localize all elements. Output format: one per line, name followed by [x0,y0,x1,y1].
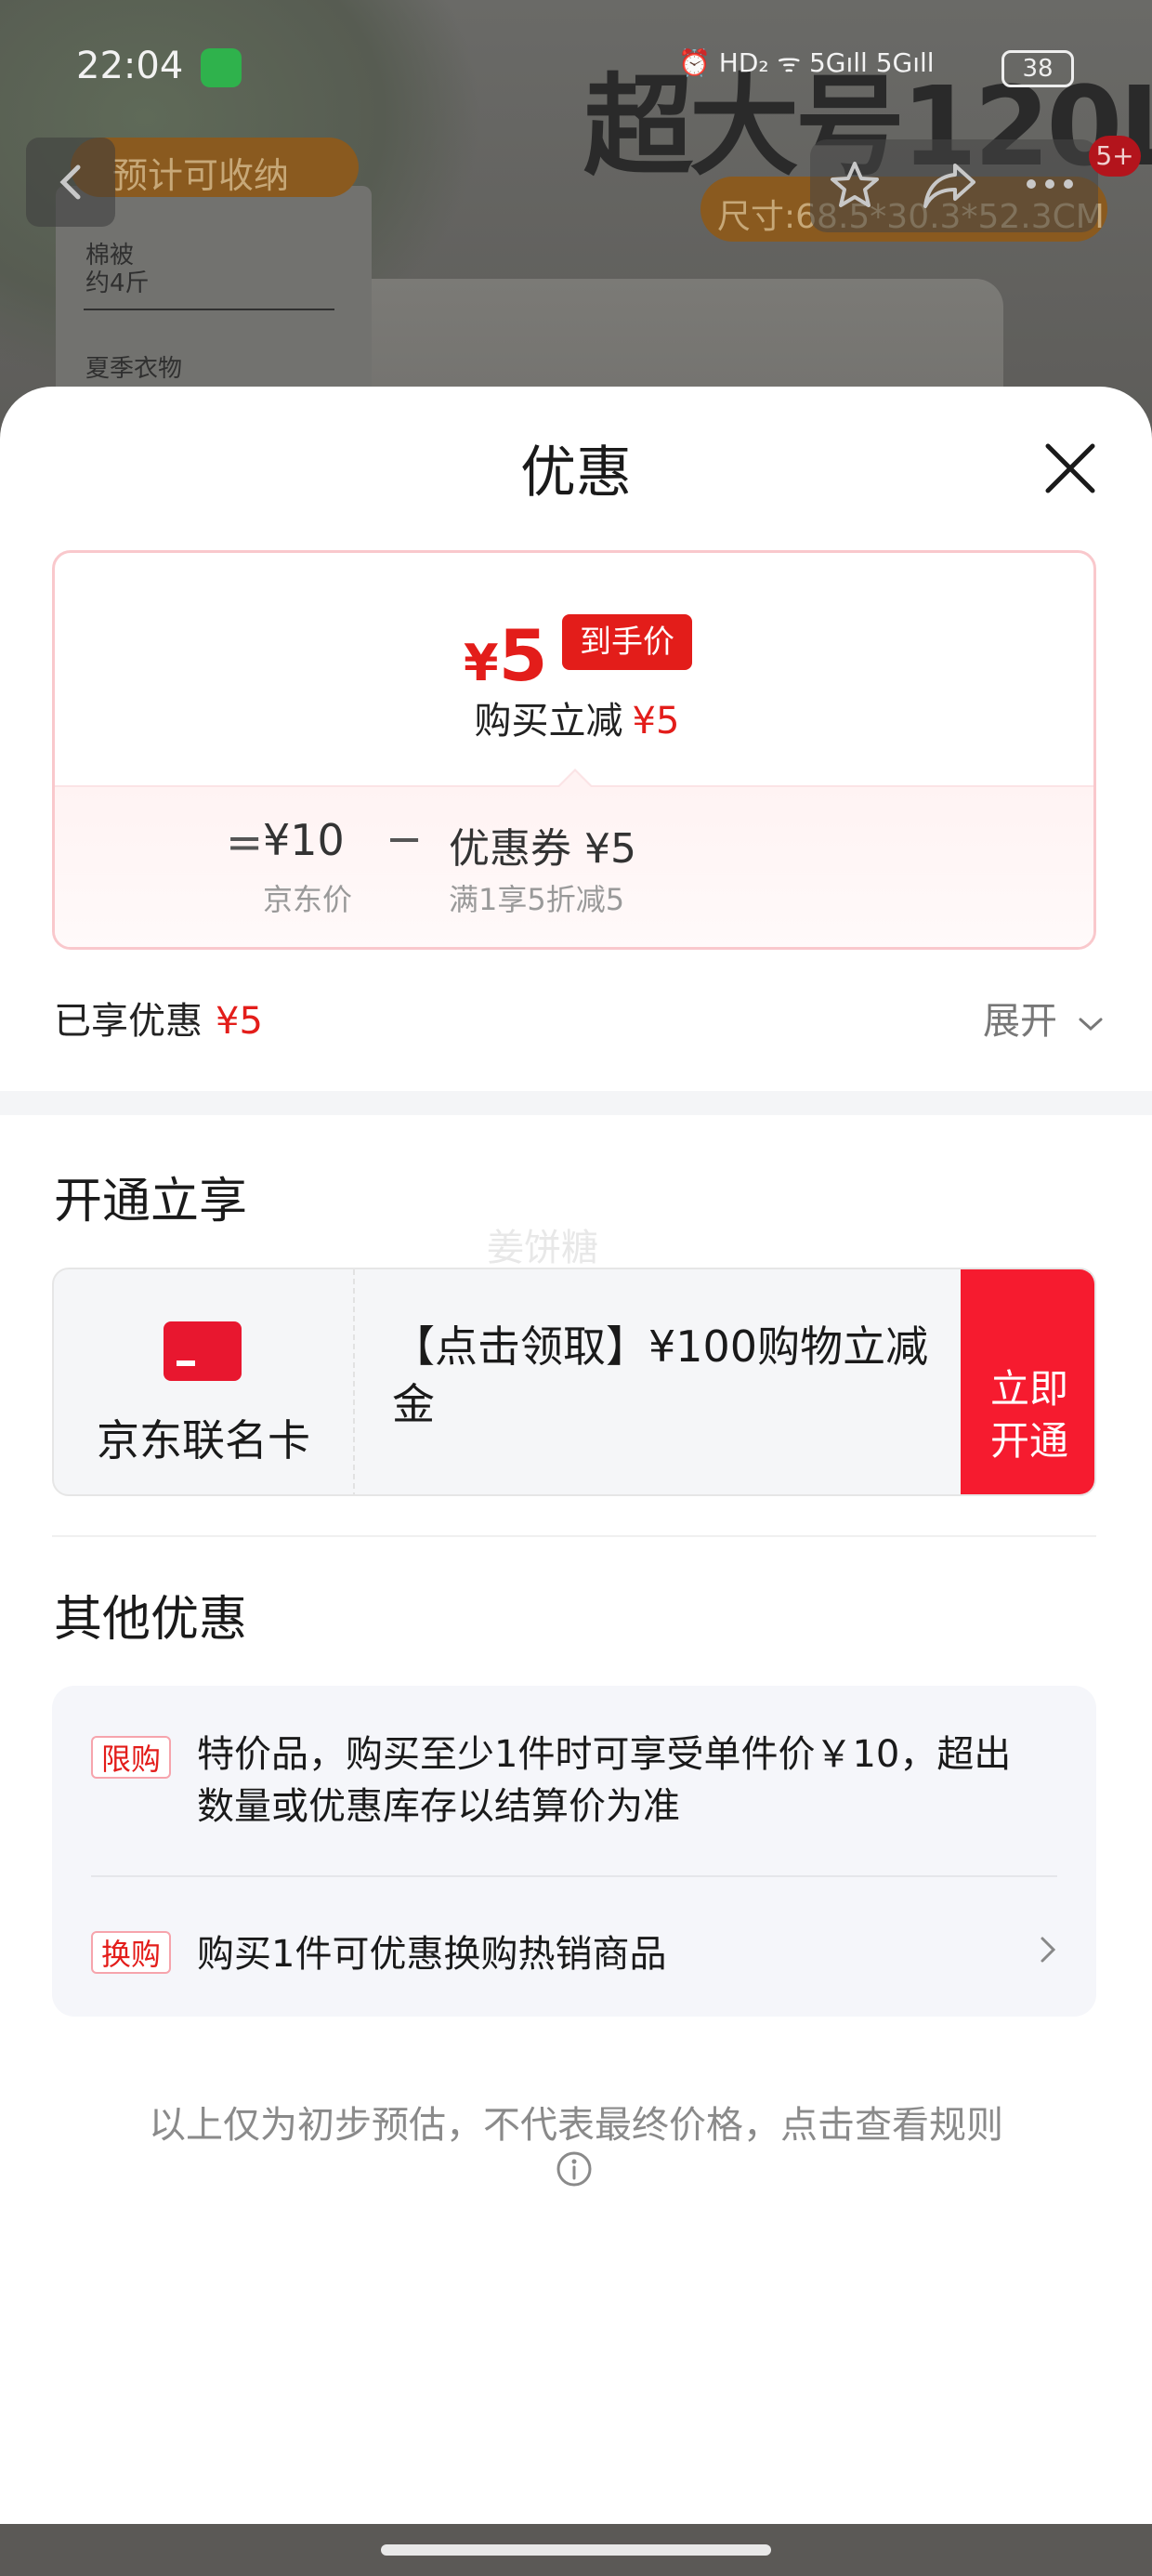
credit-card-icon [164,1321,242,1381]
coupon-rule: 满1享5折减5 [449,882,625,917]
status-time: 22:04 [76,45,184,87]
final-price-badge: 到手价 [562,614,692,670]
card-info: 京东联名卡 [54,1269,355,1494]
card-name: 京东联名卡 [97,1415,310,1465]
sheet-title: 优惠 [520,440,632,506]
message-count-badge: 5+ [1089,136,1141,177]
coupon-value: 优惠券 ¥5 [449,825,636,873]
chevron-right-icon[interactable] [1037,1933,1059,1966]
card-offer-description: 【点击领取】¥100购物立减金 [392,1321,929,1429]
trade-in-badge: 换购 [91,1931,171,1974]
trade-in-offer[interactable]: 购买1件可优惠换购热销商品 [197,1924,666,1978]
instant-discount-line: 购买立减 ¥5 [474,700,680,743]
offers-divider [91,1875,1057,1877]
close-icon[interactable] [1041,439,1100,498]
section-title-other: 其他优惠 [54,1592,248,1648]
back-button[interactable] [26,138,115,227]
section-gap [0,1091,1152,1115]
co-branded-card-offer[interactable]: 京东联名卡 【点击领取】¥100购物立减金 立即 开通 [52,1268,1096,1496]
equals-sign: = [226,817,264,869]
final-price: ¥5 [464,614,548,697]
section-title-membership: 开通立享 [54,1174,248,1229]
jd-price-value: ¥10 [263,815,345,865]
watermark: 姜饼糖 [487,1227,598,1269]
chevron-down-icon [1079,1018,1103,1032]
capacity-item-quilt: 棉被 约4斤 [85,242,150,297]
price-breakdown: = ¥10 京东价 − 优惠券 ¥5 满1享5折减5 [55,785,1093,947]
info-icon[interactable] [556,2150,593,2188]
message-app-icon [201,48,242,87]
minus-sign: − [386,813,424,865]
star-icon[interactable] [827,158,883,214]
expand-button[interactable]: 展开 [983,991,1105,1045]
enjoyed-discount: 已享优惠 ¥5 [54,1000,263,1043]
status-icons: ⏰ HD₂ ᯤ 5Gıll 5Gıll [678,47,935,78]
limit-purchase-badge: 限购 [91,1736,171,1779]
price-summary-card: ¥5 到手价 购买立减 ¥5 = ¥10 京东价 − 优惠券 ¥5 满1享5折减5 [52,550,1096,950]
more-icon[interactable] [1022,175,1078,193]
breakdown-pointer-fill [558,771,592,788]
open-card-button[interactable]: 立即 开通 [961,1269,1094,1494]
limit-purchase-rule: 特价品，购买至少1件时可享受单件价￥10，超出数量或优惠库存以结算价为准 [197,1733,1012,1828]
battery-icon: 38 [1001,50,1074,87]
top-action-bar [810,139,1098,232]
capacity-divider [84,309,334,310]
capacity-item-clothes: 夏季衣物 [85,355,183,383]
section-divider [52,1535,1096,1537]
share-icon[interactable] [920,158,979,214]
home-indicator[interactable] [381,2544,771,2556]
jd-price-label: 京东价 [263,882,353,917]
other-offers-panel: 限购 特价品，购买至少1件时可享受单件价￥10，超出数量或优惠库存以结算价为准 … [52,1686,1096,2017]
chevron-left-icon [59,164,81,200]
price-disclaimer[interactable]: 以上仅为初步预估，不代表最终价格，点击查看规则 [0,2095,1152,2149]
